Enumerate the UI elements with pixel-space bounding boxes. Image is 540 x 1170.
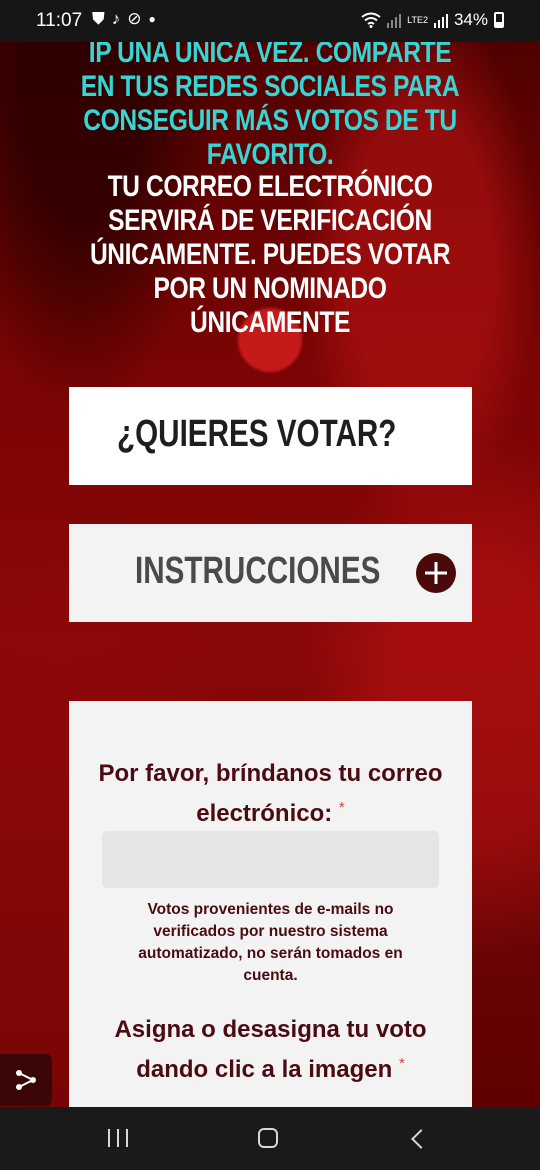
lte-label: LTE2 (407, 14, 428, 25)
share-instructions-text: IP UNA ÚNICA VEZ. COMPARTE EN TUS REDES … (80, 36, 460, 171)
status-time: 11:07 (36, 10, 83, 31)
battery-percent: 34% (453, 10, 488, 29)
email-label: Por favor, bríndanos tu correo electróni… (89, 757, 452, 831)
required-mark: * (338, 799, 345, 816)
required-mark: * (398, 1055, 405, 1072)
tiktok-icon: ♪ (111, 9, 121, 28)
dot-icon: ● (148, 12, 156, 26)
email-field[interactable] (102, 831, 439, 888)
share-icon (16, 1070, 36, 1090)
system-icons: LTE2 34% (361, 10, 504, 30)
share-button[interactable] (0, 1054, 52, 1106)
signal-icon (433, 14, 448, 28)
vote-section-header: ¿QUIERES VOTAR? (69, 387, 472, 485)
shield-icon: ⛊ (92, 9, 105, 28)
signal-icon (387, 14, 402, 28)
vote-form: Por favor, bríndanos tu correo electróni… (69, 701, 472, 1121)
vote-label-text: Asigna o desasigna tu voto dando clic a … (114, 1016, 427, 1083)
instructions-accordion[interactable]: INSTRUCCIONES (69, 524, 472, 622)
email-label-text: Por favor, bríndanos tu correo electróni… (98, 760, 443, 827)
vote-label: Asigna o desasigna tu voto dando clic a … (89, 1013, 452, 1087)
email-note: Votos provenientes de e-mails no verific… (138, 901, 403, 984)
media-icon: ⊘ (127, 9, 142, 28)
plus-circle-icon[interactable] (416, 553, 456, 593)
status-bar: 11:07 ⛊ ♪ ⊘ ● LTE2 34% (0, 0, 540, 42)
battery-icon (494, 12, 504, 28)
instructions-title: INSTRUCCIONES (135, 550, 381, 592)
notification-icons: ⛊ ♪ ⊘ ● (92, 9, 156, 29)
navigation-bar (0, 1107, 540, 1170)
email-verification-text: TU CORREO ELECTRÓNICO SERVIRÁ DE VERIFIC… (89, 170, 451, 339)
wifi-icon (361, 12, 381, 28)
vote-title: ¿QUIERES VOTAR? (117, 413, 397, 455)
home-icon[interactable] (258, 1128, 278, 1148)
recent-apps-icon[interactable] (108, 1129, 128, 1147)
back-icon[interactable] (411, 1129, 431, 1149)
